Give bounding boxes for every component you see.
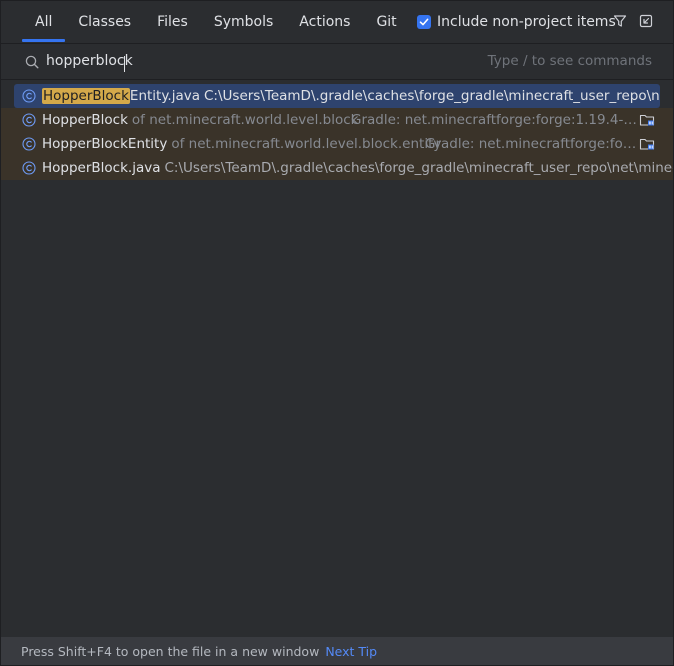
results-list: HopperBlockEntity.java C:\Users\TeamD\.g… [1,84,673,180]
tab-files[interactable]: Files [144,1,201,43]
match-highlight: HopperBlock [42,88,130,104]
result-name-rest: Entity.java [129,88,200,104]
result-row[interactable]: HopperBlockEntity of net.minecraft.world… [1,132,673,156]
result-name: HopperBlock.java [42,160,161,176]
class-icon [22,137,36,151]
result-package: of net.minecraft.world.level.block.entit… [171,136,442,152]
tab-classes[interactable]: Classes [65,1,144,43]
result-path: C:\Users\TeamD\.gradle\caches\forge_grad… [204,88,660,104]
result-row[interactable]: HopperBlock.java C:\Users\TeamD\.gradle\… [1,156,673,180]
class-icon [22,113,36,127]
tab-actions[interactable]: Actions [286,1,363,43]
tab-symbols[interactable]: Symbols [201,1,286,43]
search-icon [25,55,39,69]
result-name: HopperBlockEntity.java [42,88,200,104]
class-icon [22,89,36,103]
result-name: HopperBlock [42,112,128,128]
check-icon [419,18,429,26]
library-folder-icon [639,114,655,126]
search-everywhere-popup: All Classes Files Symbols Actions Git In… [0,0,674,666]
result-location: Gradle: net.minecraftforge:forge:1.19.4-… [351,112,637,128]
expand-to-toolwindow-icon[interactable] [638,13,654,29]
result-location: Gradle: net.minecraftforge:forg... [425,136,637,152]
footer-tip-text: Press Shift+F4 to open the file in a new… [21,643,320,659]
search-row: Type / to see commands [1,43,673,80]
popup-header: All Classes Files Symbols Actions Git In… [1,1,673,43]
tip-footer: Press Shift+F4 to open the file in a new… [1,637,673,665]
result-row[interactable]: HopperBlock of net.minecraft.world.level… [1,108,673,132]
result-row-selected[interactable]: HopperBlockEntity.java C:\Users\TeamD\.g… [14,84,660,108]
filter-icon[interactable] [612,13,628,29]
search-input[interactable] [45,49,486,73]
result-name: HopperBlockEntity [42,136,168,152]
library-folder-icon [639,138,655,150]
class-icon [22,161,36,175]
tab-git[interactable]: Git [363,1,409,43]
next-tip-link[interactable]: Next Tip [325,644,377,659]
result-path: C:\Users\TeamD\.gradle\caches\forge_grad… [164,160,674,176]
include-non-project-toggle[interactable]: Include non-project items [417,13,616,31]
search-hint: Type / to see commands [487,53,652,69]
include-non-project-label: Include non-project items [437,14,616,30]
scope-tabs: All Classes Files Symbols Actions Git [22,1,410,43]
text-caret [124,56,125,72]
include-non-project-checkbox[interactable] [417,15,431,29]
tab-all[interactable]: All [22,1,66,43]
result-package: of net.minecraft.world.level.block [131,112,359,128]
